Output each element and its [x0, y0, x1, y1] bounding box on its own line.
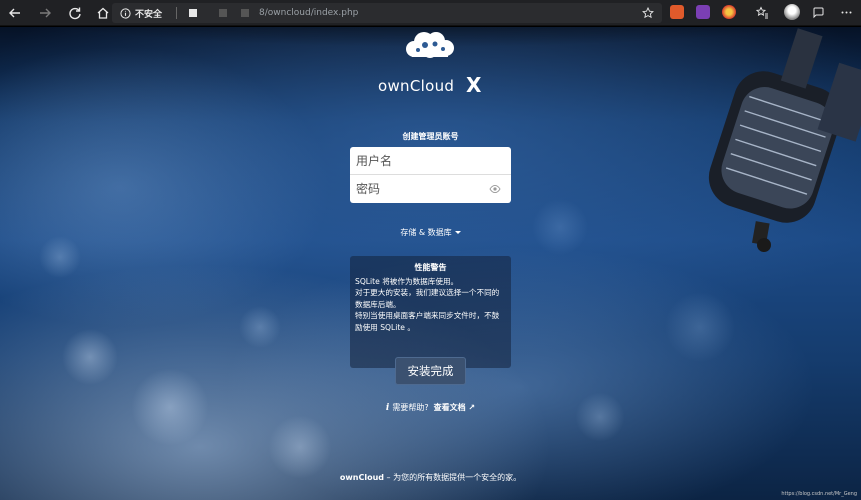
caret-down-icon [454, 231, 461, 234]
security-label: 不安全 [135, 9, 163, 20]
feedback-icon[interactable] [812, 6, 825, 19]
help-text: 需要帮助? [392, 403, 429, 412]
password-field-wrapper [350, 175, 511, 203]
browser-toolbar: 不安全 8/owncloud/index.php [0, 0, 861, 26]
refresh-icon [69, 7, 81, 19]
warning-line: 特别当使用桌面客户端来同步文件时，不鼓励使用 SQLite 。 [355, 311, 500, 332]
footer-text: ownCloud – 为您的所有数据提供一个安全的家。 [330, 472, 531, 483]
footer-brand[interactable]: ownCloud [340, 473, 384, 482]
forward-button[interactable] [34, 2, 56, 24]
menu-icon[interactable] [840, 6, 853, 19]
docs-link[interactable]: 查看文档 ↗ [434, 403, 476, 412]
redacted-host [241, 9, 250, 17]
star-icon[interactable] [642, 7, 654, 19]
footer-tagline: – 为您的所有数据提供一个安全的家。 [384, 473, 522, 482]
arrow-left-icon [9, 8, 20, 17]
owncloud-x-mark: X [466, 73, 482, 97]
username-input[interactable] [356, 153, 486, 168]
redacted-host [189, 9, 198, 17]
performance-warning: 性能警告 SQLite 将被作为数据库使用。 对于更大的安装，我们建议选择一个不… [350, 256, 511, 368]
home-icon [97, 7, 109, 19]
info-icon: i [385, 403, 390, 413]
create-admin-legend: 创建管理员账号 [402, 132, 459, 141]
password-input[interactable] [356, 182, 486, 196]
login-page-background: ownCloud X 创建管理员账号 存储 & 数据库 性能警告 SQLite … [0, 27, 861, 500]
storage-database-toggle[interactable]: 存储 & 数据库 [350, 227, 511, 238]
extension-icon[interactable] [670, 5, 684, 19]
help-line: i 需要帮助? 查看文档 ↗ [350, 402, 511, 413]
space-station-image [708, 28, 861, 252]
address-bar[interactable]: 不安全 8/owncloud/index.php [112, 3, 662, 23]
credentials-group [350, 147, 511, 203]
home-button[interactable] [92, 2, 114, 24]
storage-database-label: 存储 & 数据库 [400, 228, 452, 237]
eye-icon[interactable] [489, 184, 501, 194]
arrow-right-icon [40, 8, 51, 17]
redacted-host [219, 9, 228, 17]
watermark: https://blog.csdn.net/Mr_Geng [781, 491, 857, 497]
owncloud-wordmark: ownCloud [378, 77, 455, 95]
back-button[interactable] [4, 2, 26, 24]
extension-icon[interactable] [722, 5, 736, 19]
owncloud-logo [406, 32, 454, 58]
extension-icon[interactable] [696, 5, 710, 19]
address-divider [176, 7, 178, 19]
info-icon[interactable] [120, 7, 131, 19]
avatar[interactable] [784, 4, 800, 20]
refresh-button[interactable] [64, 2, 86, 24]
warning-title: 性能警告 [414, 263, 447, 272]
finish-setup-button[interactable]: 安装完成 [395, 357, 466, 385]
url-text: 8/owncloud/index.php [259, 8, 359, 18]
warning-line: 对于更大的安装，我们建议选择一个不同的数据库后端。 [355, 288, 500, 309]
warning-line: SQLite 将被作为数据库使用。 [355, 276, 459, 286]
favorites-icon[interactable] [756, 6, 769, 19]
username-field-wrapper [350, 147, 511, 175]
